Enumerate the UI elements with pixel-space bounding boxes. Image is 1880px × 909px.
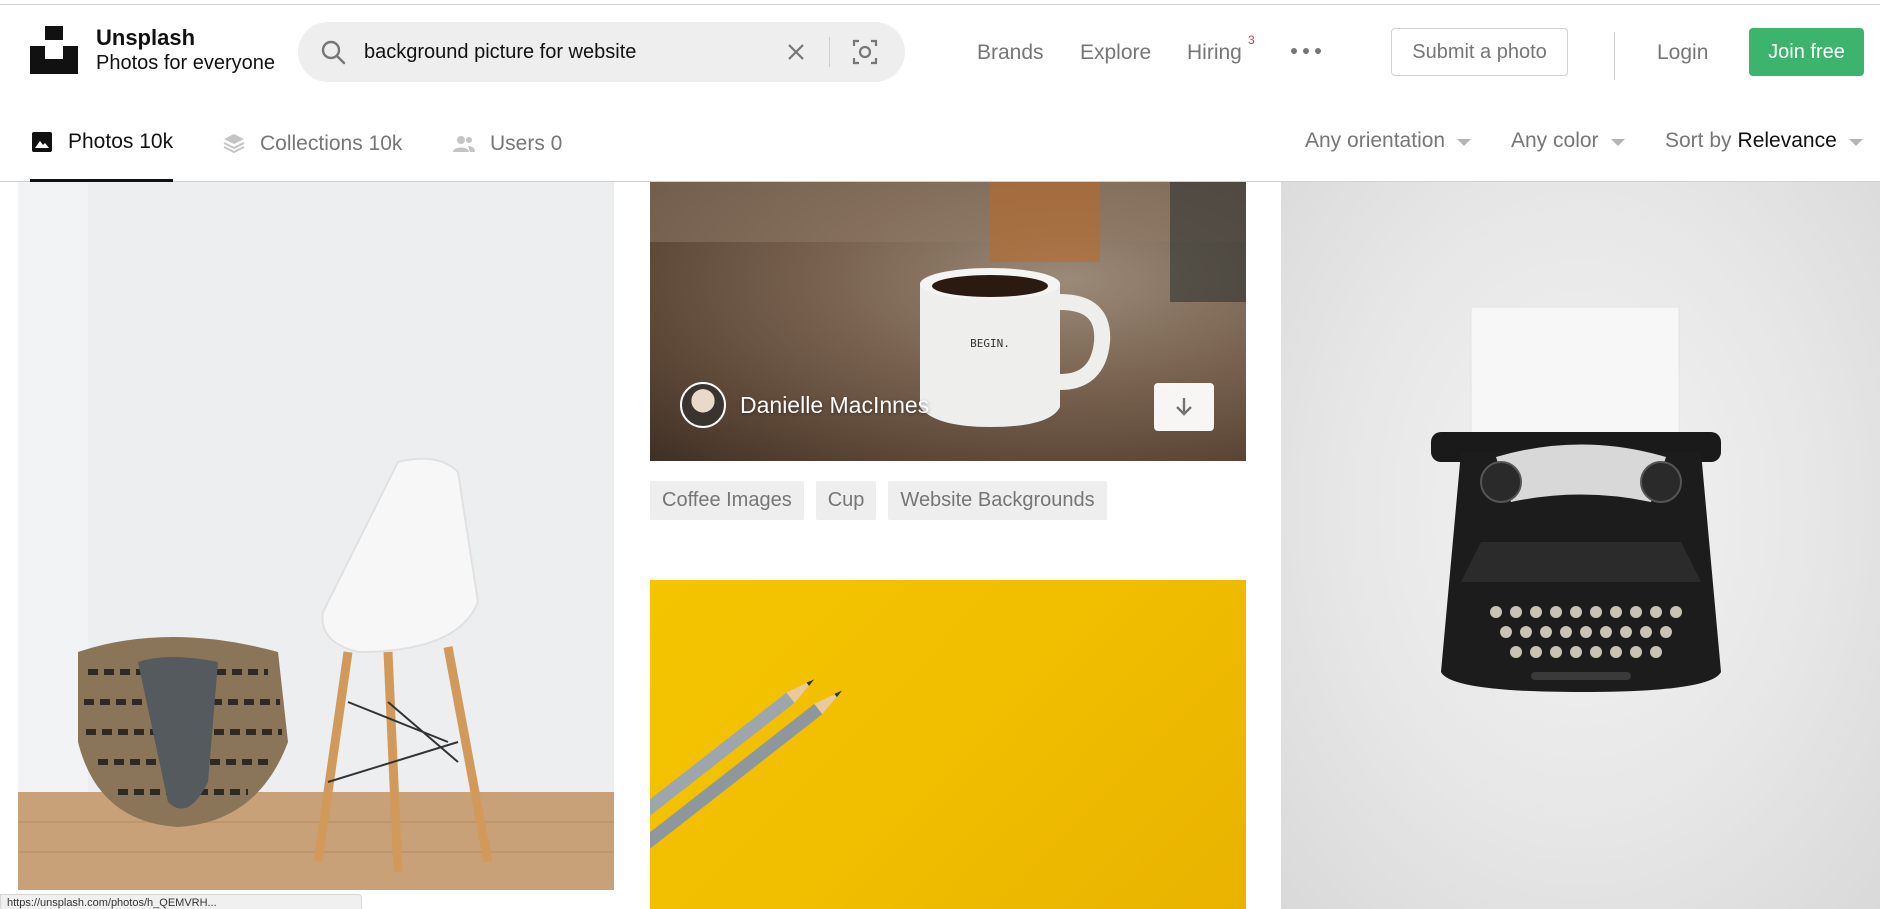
- join-free-button[interactable]: Join free: [1749, 28, 1864, 76]
- tab-users[interactable]: Users 0: [452, 105, 562, 182]
- orientation-filter[interactable]: Any orientation: [1305, 129, 1472, 153]
- submit-photo-button[interactable]: Submit a photo: [1391, 28, 1568, 76]
- avatar[interactable]: [680, 382, 726, 428]
- color-filter[interactable]: Any color: [1511, 129, 1625, 153]
- color-filter-label: Any color: [1511, 129, 1599, 152]
- photographer-name[interactable]: Danielle MacInnes: [740, 392, 929, 419]
- download-button[interactable]: [1154, 383, 1214, 431]
- photo-icon: [32, 132, 52, 152]
- search-icon[interactable]: [320, 39, 346, 65]
- users-icon: [453, 135, 475, 152]
- photo-coffee-mug[interactable]: BEGIN. Danielle MacInnes: [650, 182, 1246, 461]
- nav-explore[interactable]: Explore: [1080, 41, 1151, 65]
- status-bar-url: https://unsplash.com/photos/h_QEMVRH...: [0, 894, 362, 909]
- sort-value: Relevance: [1737, 129, 1837, 152]
- tab-users-label: Users 0: [490, 131, 563, 155]
- nav-brands[interactable]: Brands: [977, 41, 1044, 65]
- tab-collections-label: Collections 10k: [260, 131, 403, 155]
- unsplash-logo-icon[interactable]: [30, 26, 78, 74]
- search-bar: [298, 22, 905, 82]
- tab-photos-label: Photos 10k: [68, 130, 174, 153]
- tab-photos[interactable]: Photos 10k: [30, 105, 174, 182]
- search-tabs-bar: Photos 10k Collections 10k Users 0 Any o…: [0, 105, 1880, 182]
- mug-text: BEGIN.: [970, 337, 1010, 350]
- chevron-down-icon: [1457, 138, 1472, 146]
- nav-hiring[interactable]: Hiring: [1187, 41, 1242, 65]
- photo-tags: Coffee Images Cup Website Backgrounds: [650, 481, 1107, 520]
- tag-cup[interactable]: Cup: [815, 481, 877, 520]
- tag-coffee-images[interactable]: Coffee Images: [650, 481, 804, 520]
- visual-search-icon[interactable]: [851, 38, 879, 66]
- chair-basket-illustration: [18, 182, 614, 890]
- hiring-badge: 3: [1248, 33, 1255, 47]
- search-input[interactable]: [364, 32, 764, 72]
- site-header: Unsplash Photos for everyone Brands Expl…: [0, 5, 1880, 105]
- orientation-filter-label: Any orientation: [1305, 129, 1446, 152]
- typewriter-illustration: [1431, 306, 1721, 692]
- tag-website-backgrounds[interactable]: Website Backgrounds: [888, 481, 1107, 520]
- photo-yellow-pencils[interactable]: [650, 580, 1246, 909]
- brand-title[interactable]: Unsplash: [96, 25, 195, 51]
- tab-collections[interactable]: Collections 10k: [222, 105, 402, 182]
- brand-subtitle: Photos for everyone: [96, 52, 275, 74]
- photo-credit[interactable]: Danielle MacInnes: [680, 382, 929, 428]
- pencils-illustration: [650, 679, 842, 866]
- download-arrow-icon: [1176, 398, 1192, 416]
- photo-chair-basket[interactable]: [18, 182, 614, 890]
- collections-icon: [223, 133, 245, 153]
- chevron-down-icon: [1848, 138, 1863, 146]
- photo-typewriter[interactable]: [1281, 182, 1880, 909]
- more-icon[interactable]: [1290, 45, 1322, 57]
- chevron-down-icon: [1610, 138, 1625, 146]
- header-divider: [1614, 32, 1615, 80]
- login-link[interactable]: Login: [1657, 41, 1708, 65]
- search-divider: [829, 37, 830, 67]
- sort-prefix: Sort by: [1665, 129, 1732, 152]
- close-icon[interactable]: [785, 41, 807, 63]
- sort-filter[interactable]: Sort by Relevance: [1665, 129, 1863, 153]
